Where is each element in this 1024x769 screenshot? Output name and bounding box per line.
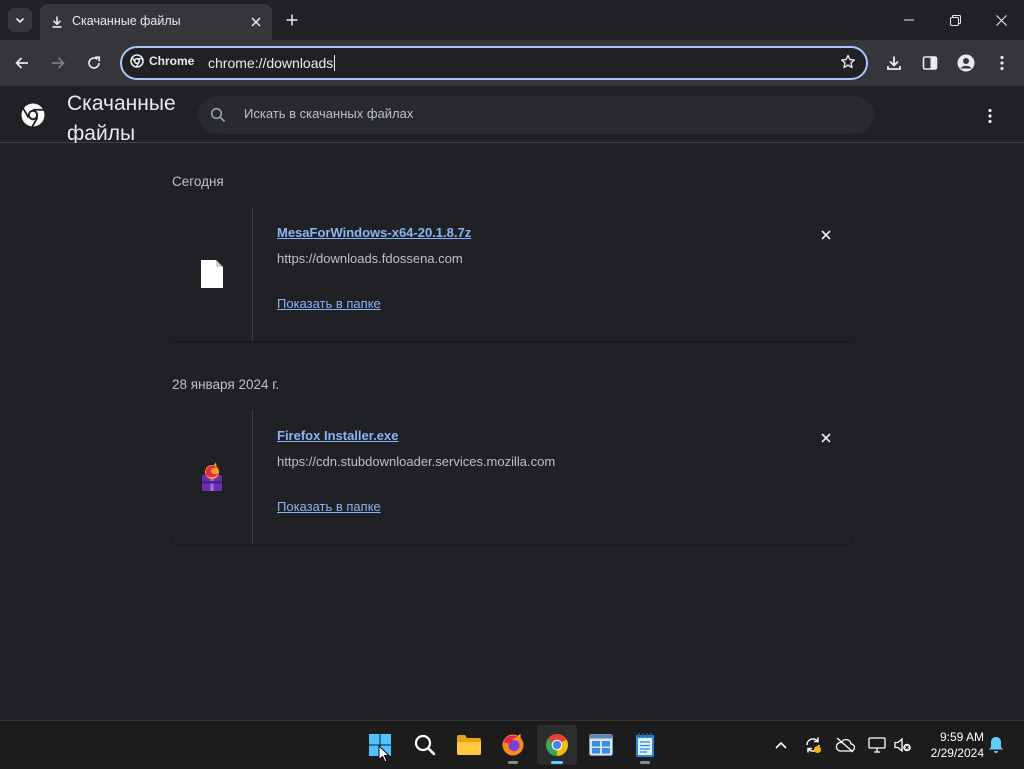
downloads-header: Скачанные файлы bbox=[0, 86, 1024, 145]
taskbar-file-explorer[interactable] bbox=[449, 725, 489, 765]
url-value: chrome://downloads bbox=[208, 55, 334, 71]
notepad-icon bbox=[636, 733, 654, 757]
profile-button[interactable] bbox=[952, 49, 980, 77]
sync-tray-icon[interactable] bbox=[803, 735, 823, 755]
clock-time: 9:59 AM bbox=[939, 730, 984, 744]
sync-icon bbox=[806, 737, 821, 753]
restore-icon bbox=[949, 14, 961, 26]
volume-tray-icon[interactable] bbox=[893, 735, 913, 755]
new-tab-button[interactable] bbox=[282, 10, 302, 30]
active-indicator bbox=[551, 761, 563, 764]
file-name-link[interactable]: Firefox Installer.exe bbox=[277, 428, 398, 443]
browser-toolbar: Chrome chrome://downloads bbox=[0, 40, 1024, 86]
minimize-icon bbox=[904, 19, 914, 21]
chrome-logo-icon bbox=[20, 102, 46, 128]
chevron-up-icon bbox=[775, 741, 787, 749]
date-header: 28 января 2024 г. bbox=[172, 377, 280, 392]
show-in-folder-link[interactable]: Показать в папке bbox=[277, 499, 381, 514]
downloads-search[interactable] bbox=[198, 96, 874, 134]
side-panel-icon bbox=[922, 56, 938, 70]
file-name-link[interactable]: MesaForWindows-x64-20.1.8.7z bbox=[277, 225, 471, 240]
site-chip-label: Chrome bbox=[149, 54, 195, 68]
source-url: https://cdn.stubdownloader.services.mozi… bbox=[277, 454, 556, 469]
tab-title: Скачанные файлы bbox=[72, 14, 181, 28]
taskbar: 9:59 AM 2/29/2024 bbox=[0, 720, 1024, 769]
source-url: https://downloads.fdossena.com bbox=[277, 251, 463, 266]
date-header: Сегодня bbox=[172, 174, 224, 189]
back-arrow-icon bbox=[15, 57, 28, 69]
profile-icon bbox=[957, 54, 975, 72]
onedrive-tray-icon[interactable] bbox=[835, 735, 855, 755]
firefox-icon bbox=[502, 733, 524, 756]
reload-icon bbox=[88, 56, 101, 69]
more-vert-icon bbox=[988, 108, 992, 124]
page-title: Скачанные файлы bbox=[67, 92, 176, 145]
clock-date: 2/29/2024 bbox=[930, 746, 984, 760]
taskbar-clock[interactable]: 9:59 AM 2/29/2024 bbox=[918, 729, 984, 761]
search-input[interactable] bbox=[242, 105, 846, 122]
divider bbox=[252, 410, 253, 544]
download-icon bbox=[50, 15, 64, 29]
chrome-menu-button[interactable] bbox=[988, 49, 1016, 77]
restore-button[interactable] bbox=[932, 0, 978, 40]
taskbar-notepad[interactable] bbox=[625, 725, 665, 765]
close-window-button[interactable] bbox=[978, 0, 1024, 40]
remove-item-button[interactable] bbox=[816, 225, 836, 245]
network-tray-icon[interactable] bbox=[867, 735, 887, 755]
firefox-installer-icon bbox=[172, 410, 252, 544]
bookmark-star-icon[interactable] bbox=[840, 54, 856, 70]
tab-downloads[interactable]: Скачанные файлы bbox=[40, 4, 272, 40]
close-icon bbox=[821, 433, 831, 443]
chrome-icon bbox=[546, 734, 568, 756]
taskbar-search-button[interactable] bbox=[405, 725, 445, 765]
close-icon bbox=[821, 230, 831, 240]
cloud-offline-icon bbox=[835, 737, 855, 753]
search-icon bbox=[210, 107, 226, 123]
taskbar-windows-sandbox[interactable] bbox=[581, 725, 621, 765]
network-icon bbox=[868, 737, 886, 753]
search-icon bbox=[414, 734, 436, 756]
downloads-button[interactable] bbox=[880, 49, 908, 77]
chrome-logo-icon bbox=[130, 54, 144, 68]
text-caret bbox=[334, 55, 336, 71]
close-tab-icon[interactable] bbox=[248, 14, 264, 30]
running-indicator bbox=[508, 761, 518, 764]
site-chip[interactable]: Chrome bbox=[130, 54, 194, 68]
download-icon bbox=[887, 56, 901, 70]
file-explorer-icon bbox=[457, 735, 481, 755]
taskbar-chrome[interactable] bbox=[537, 725, 577, 765]
mouse-cursor-icon bbox=[378, 745, 390, 763]
address-bar[interactable]: Chrome chrome://downloads bbox=[120, 46, 868, 80]
reload-button[interactable] bbox=[80, 49, 108, 77]
more-vert-icon bbox=[1000, 55, 1004, 71]
url-text[interactable]: chrome://downloads bbox=[208, 55, 336, 71]
divider bbox=[252, 207, 253, 341]
remove-item-button[interactable] bbox=[816, 428, 836, 448]
tab-strip: Скачанные файлы bbox=[0, 0, 1024, 40]
bell-icon bbox=[989, 737, 1003, 753]
file-icon bbox=[172, 207, 252, 341]
notifications-button[interactable] bbox=[986, 735, 1006, 755]
forward-arrow-icon bbox=[52, 57, 65, 69]
download-item: Firefox Installer.exe https://cdn.stubdo… bbox=[172, 410, 852, 544]
windows-sandbox-icon bbox=[589, 734, 613, 756]
running-indicator bbox=[640, 761, 650, 764]
tab-search-button[interactable] bbox=[8, 8, 32, 32]
chevron-down-icon bbox=[15, 17, 25, 24]
minimize-button[interactable] bbox=[886, 0, 932, 40]
download-item: MesaForWindows-x64-20.1.8.7z https://dow… bbox=[172, 207, 852, 341]
volume-muted-icon bbox=[894, 737, 911, 753]
plus-icon bbox=[286, 14, 298, 26]
forward-button[interactable] bbox=[44, 49, 72, 77]
show-in-folder-link[interactable]: Показать в папке bbox=[277, 296, 381, 311]
taskbar-firefox[interactable] bbox=[493, 725, 533, 765]
start-button[interactable] bbox=[360, 725, 400, 765]
downloads-list: Сегодня MesaForWindows-x64-20.1.8.7z htt… bbox=[0, 143, 1024, 720]
show-hidden-icons-button[interactable] bbox=[771, 735, 791, 755]
downloads-more-menu-button[interactable] bbox=[978, 104, 1002, 128]
close-icon bbox=[995, 14, 1007, 26]
back-button[interactable] bbox=[8, 49, 36, 77]
side-panel-button[interactable] bbox=[916, 49, 944, 77]
